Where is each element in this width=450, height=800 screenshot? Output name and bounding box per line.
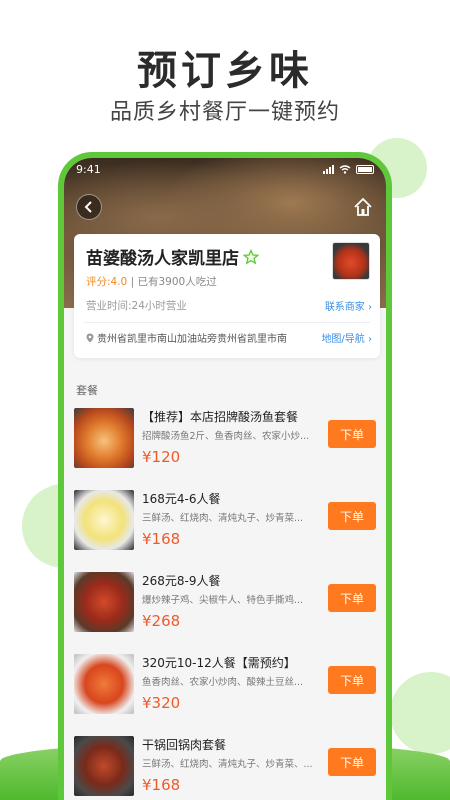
dish-image — [74, 490, 134, 550]
star-icon[interactable] — [243, 248, 259, 265]
promo-subtitle: 品质乡村餐厅一键预约 — [109, 100, 340, 125]
item-price: ¥168 — [142, 776, 181, 794]
item-price: ¥320 — [142, 694, 181, 712]
order-button[interactable]: 下单 — [328, 420, 376, 448]
item-title: 干锅回锅肉套餐 — [142, 738, 227, 752]
item-title: 268元8-9人餐 — [142, 574, 221, 588]
battery-icon — [356, 164, 374, 174]
item-price: ¥120 — [142, 448, 181, 466]
contact-merchant-link[interactable]: 联系商家 › — [325, 298, 372, 313]
shop-thumbnail[interactable] — [332, 242, 370, 280]
list-item[interactable]: 268元8-9人餐 爆炒辣子鸡、尖椒牛人、特色手撕鸡... ¥268 下单 — [64, 564, 386, 646]
list-item[interactable]: 320元10-12人餐【需预约】 鱼香肉丝、农家小炒肉、酸辣土豆丝... ¥32… — [64, 646, 386, 728]
promo-title: 预订乡味 — [137, 48, 313, 94]
order-button[interactable]: 下单 — [328, 502, 376, 530]
status-icons — [323, 164, 374, 174]
item-description: 三鲜汤、红烧肉、清炖丸子、炒青菜... — [142, 513, 304, 524]
home-button[interactable] — [352, 196, 374, 218]
divider — [84, 322, 370, 323]
map-navigation-link[interactable]: 地图/导航 › — [321, 330, 372, 345]
section-title-packages: 套餐 — [76, 384, 98, 397]
decor-blob — [390, 672, 450, 754]
address-row: 贵州省凯里市南山加油站旁贵州省凯里市南 — [86, 330, 287, 345]
shop-name: 苗婆酸汤人家凯里店 — [86, 244, 259, 269]
shop-info-card: 苗婆酸汤人家凯里店 评分:4.0 | 已有3900人吃过 营业时间:24小时营业… — [74, 234, 380, 358]
item-title: 168元4-6人餐 — [142, 492, 221, 506]
map-navigation-label: 地图/导航 — [321, 334, 365, 345]
item-title: 【推荐】本店招牌酸汤鱼套餐 — [142, 410, 299, 424]
order-button[interactable]: 下单 — [328, 584, 376, 612]
list-item[interactable]: 【推荐】本店招牌酸汤鱼套餐 招牌酸汤鱼2斤、鱼香肉丝、农家小炒... ¥120 … — [64, 400, 386, 482]
item-title: 320元10-12人餐【需预约】 — [142, 656, 296, 670]
item-description: 鱼香肉丝、农家小炒肉、酸辣土豆丝... — [142, 677, 304, 688]
item-price: ¥168 — [142, 530, 181, 548]
dish-image — [74, 408, 134, 468]
dish-image — [74, 736, 134, 796]
item-price: ¥268 — [142, 612, 181, 630]
dish-image — [74, 654, 134, 714]
chevron-right-icon: › — [368, 334, 372, 345]
chevron-right-icon: › — [368, 302, 372, 313]
rating-row: 评分:4.0 | 已有3900人吃过 — [86, 274, 217, 289]
list-item[interactable]: 干锅回锅肉套餐 三鲜汤、红烧肉、清炖丸子、炒青菜、... ¥168 下单 — [64, 728, 386, 800]
phone-frame: 9:41 苗婆酸汤人家凯里店 评分:4.0 | 已有3900人吃过 营业时间:2… — [58, 152, 392, 800]
app-screen: 9:41 苗婆酸汤人家凯里店 评分:4.0 | 已有3900人吃过 营业时间:2… — [64, 158, 386, 800]
dish-image — [74, 572, 134, 632]
item-description: 三鲜汤、红烧肉、清炖丸子、炒青菜、... — [142, 759, 313, 770]
item-description: 招牌酸汤鱼2斤、鱼香肉丝、农家小炒... — [142, 431, 310, 442]
order-button[interactable]: 下单 — [328, 666, 376, 694]
back-button[interactable] — [76, 194, 102, 220]
order-button[interactable]: 下单 — [328, 748, 376, 776]
list-item[interactable]: 168元4-6人餐 三鲜汤、红烧肉、清炖丸子、炒青菜... ¥168 下单 — [64, 482, 386, 564]
status-bar: 9:41 — [64, 158, 386, 180]
chevron-left-icon — [84, 201, 92, 213]
shop-name-text: 苗婆酸汤人家凯里店 — [86, 249, 239, 269]
contact-merchant-label: 联系商家 — [324, 302, 365, 313]
item-description: 爆炒辣子鸡、尖椒牛人、特色手撕鸡... — [142, 595, 304, 606]
shop-rating: 评分:4.0 — [86, 276, 128, 288]
wifi-icon — [339, 164, 351, 174]
package-list: 【推荐】本店招牌酸汤鱼套餐 招牌酸汤鱼2斤、鱼香肉丝、农家小炒... ¥120 … — [64, 400, 386, 800]
diner-count: 已有3900人吃过 — [137, 276, 217, 288]
location-pin-icon — [86, 333, 94, 342]
status-time: 9:41 — [76, 162, 101, 176]
opening-hours: 营业时间:24小时营业 — [86, 300, 187, 312]
signal-icon — [323, 164, 334, 174]
shop-address: 贵州省凯里市南山加油站旁贵州省凯里市南 — [97, 334, 287, 345]
home-icon — [354, 197, 372, 216]
